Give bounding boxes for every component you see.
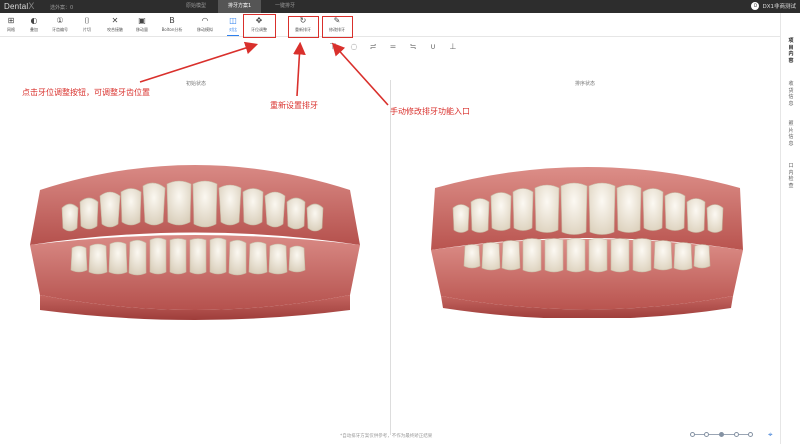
annotation-manual: 手动修改排牙功能入口 — [390, 107, 470, 116]
zoom-stop[interactable] — [690, 432, 695, 437]
app-root: DentalX 选外案：0 原始模型 排牙方案1 一键排牙 D DX1非商测试 … — [0, 0, 800, 444]
arrow-to-adjust — [139, 41, 259, 83]
zoom-stop[interactable] — [748, 432, 753, 437]
sidebar-item-shipping[interactable]: 收货信息 — [788, 81, 794, 107]
center-view-icon[interactable]: ⌖ — [768, 430, 773, 440]
annotation-arrows — [139, 41, 389, 106]
sidebar-item-project[interactable]: 项目内容 — [788, 38, 794, 64]
annotation-reset: 重新设置排牙 — [270, 101, 318, 110]
footer-disclaimer: *自动排牙方案仅供参考，不作为最终矫正结果 — [340, 434, 433, 439]
zoom-stop[interactable] — [704, 432, 709, 437]
zoom-stop[interactable] — [734, 432, 739, 437]
arrow-to-reset — [293, 41, 306, 97]
annotation-adjust: 点击牙位调整按钮，可调整牙齿位置 — [22, 88, 150, 97]
sidebar-item-photos[interactable]: 照片信息 — [788, 121, 794, 147]
right-sidebar: 项目内容 收货信息 照片信息 口内检查 — [780, 13, 800, 444]
sidebar-item-oral-exam[interactable]: 口内检查 — [788, 163, 794, 189]
arrow-to-manual — [331, 42, 389, 106]
zoom-handle[interactable] — [719, 432, 724, 437]
